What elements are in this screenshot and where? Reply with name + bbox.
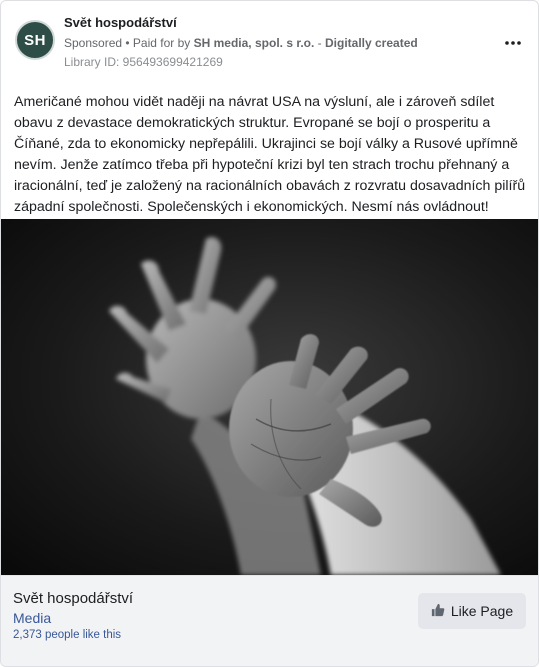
separator: • bbox=[122, 36, 133, 50]
payer-name: SH media, spol. s r.o. bbox=[193, 36, 315, 50]
thumbs-up-icon bbox=[431, 603, 445, 620]
footer-page-name[interactable]: Svět hospodářství bbox=[13, 590, 133, 607]
page-footer: Svět hospodářství Media 2,373 people lik… bbox=[1, 575, 538, 666]
page-avatar[interactable]: SH bbox=[15, 20, 55, 60]
ad-image[interactable] bbox=[1, 219, 538, 575]
sponsored-label: Sponsored bbox=[64, 36, 123, 50]
dash-separator: - bbox=[314, 36, 325, 50]
more-options-icon[interactable] bbox=[504, 33, 522, 51]
ad-header: SH Svět hospodářství Sponsored • Paid fo… bbox=[13, 11, 526, 71]
like-page-label: Like Page bbox=[450, 603, 514, 619]
paid-prefix: Paid for by bbox=[132, 36, 194, 50]
avatar-text: SH bbox=[24, 31, 46, 49]
page-name-link[interactable]: Svět hospodářství bbox=[64, 15, 177, 30]
like-page-button[interactable]: Like Page bbox=[418, 593, 526, 629]
ad-body-text: Američané mohou vidět naději na návrat U… bbox=[14, 94, 526, 215]
library-id: Library ID: 956493699421269 bbox=[64, 55, 223, 69]
ad-meta: Sponsored • Paid for by SH media, spol. … bbox=[64, 36, 418, 50]
ad-card: SH Svět hospodářství Sponsored • Paid fo… bbox=[0, 0, 539, 667]
digitally-created-label: Digitally created bbox=[325, 36, 418, 50]
footer-likes-count[interactable]: 2,373 people like this bbox=[13, 629, 121, 641]
footer-page-category[interactable]: Media bbox=[13, 610, 51, 626]
hands-photo bbox=[1, 219, 538, 575]
